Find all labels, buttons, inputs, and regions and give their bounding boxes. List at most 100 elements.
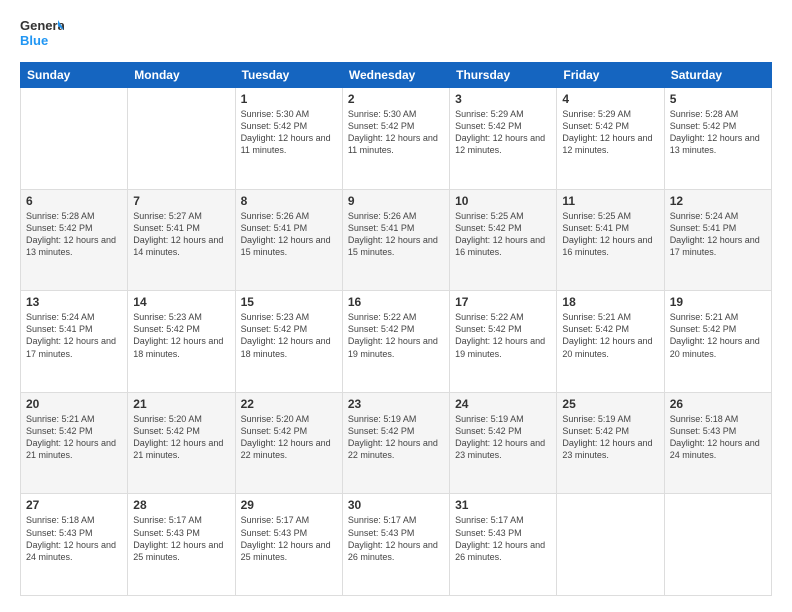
day-info: Sunrise: 5:28 AM Sunset: 5:42 PM Dayligh… <box>670 108 766 157</box>
day-cell: 16Sunrise: 5:22 AM Sunset: 5:42 PM Dayli… <box>342 291 449 393</box>
day-number: 24 <box>455 397 551 411</box>
day-info: Sunrise: 5:19 AM Sunset: 5:42 PM Dayligh… <box>348 413 444 462</box>
weekday-header-tuesday: Tuesday <box>235 63 342 88</box>
day-cell: 21 Sunrise: 5:20 AM Sunset: 5:42 PM Dayli… <box>128 392 235 494</box>
logo-icon: General Blue <box>20 16 64 52</box>
day-cell: 24 Sunrise: 5:19 AM Sunset: 5:42 PM Dayli… <box>450 392 557 494</box>
day-cell: 1 Sunrise: 5:30 AM Sunset: 5:42 PM Daylig… <box>235 88 342 190</box>
calendar-table: SundayMondayTuesdayWednesdayThursdayFrid… <box>20 62 772 596</box>
day-cell: 14 Sunrise: 5:23 AM Sunset: 5:42 PM Dayli… <box>128 291 235 393</box>
day-info: Sunrise: 5:17 AM Sunset: 5:43 PM Dayligh… <box>133 514 229 563</box>
day-number: 28 <box>133 498 229 512</box>
day-cell: 25Sunrise: 5:19 AM Sunset: 5:42 PM Dayli… <box>557 392 664 494</box>
day-info: Sunrise: 5:26 AM Sunset: 5:41 PM Dayligh… <box>241 210 337 259</box>
day-cell: 11Sunrise: 5:25 AM Sunset: 5:41 PM Dayli… <box>557 189 664 291</box>
day-cell: 23 Sunrise: 5:19 AM Sunset: 5:42 PM Dayli… <box>342 392 449 494</box>
week-row-1: 1 Sunrise: 5:30 AM Sunset: 5:42 PM Daylig… <box>21 88 772 190</box>
day-info: Sunrise: 5:17 AM Sunset: 5:43 PM Dayligh… <box>241 514 337 563</box>
day-info: Sunrise: 5:28 AM Sunset: 5:42 PM Dayligh… <box>26 210 122 259</box>
day-number: 21 <box>133 397 229 411</box>
week-row-5: 27Sunrise: 5:18 AM Sunset: 5:43 PM Dayli… <box>21 494 772 596</box>
day-cell: 30 Sunrise: 5:17 AM Sunset: 5:43 PM Dayli… <box>342 494 449 596</box>
day-cell: 10Sunrise: 5:25 AM Sunset: 5:42 PM Dayli… <box>450 189 557 291</box>
day-cell: 2 Sunrise: 5:30 AM Sunset: 5:42 PM Daylig… <box>342 88 449 190</box>
weekday-header-wednesday: Wednesday <box>342 63 449 88</box>
day-cell: 12 Sunrise: 5:24 AM Sunset: 5:41 PM Dayli… <box>664 189 771 291</box>
day-cell: 7Sunrise: 5:27 AM Sunset: 5:41 PM Daylig… <box>128 189 235 291</box>
day-cell <box>557 494 664 596</box>
day-info: Sunrise: 5:17 AM Sunset: 5:43 PM Dayligh… <box>348 514 444 563</box>
day-info: Sunrise: 5:24 AM Sunset: 5:41 PM Dayligh… <box>26 311 122 360</box>
day-cell: 18Sunrise: 5:21 AM Sunset: 5:42 PM Dayli… <box>557 291 664 393</box>
day-number: 27 <box>26 498 122 512</box>
day-cell: 26 Sunrise: 5:18 AM Sunset: 5:43 PM Dayli… <box>664 392 771 494</box>
day-number: 31 <box>455 498 551 512</box>
day-number: 30 <box>348 498 444 512</box>
day-number: 5 <box>670 92 766 106</box>
week-row-3: 13 Sunrise: 5:24 AM Sunset: 5:41 PM Dayli… <box>21 291 772 393</box>
day-info: Sunrise: 5:19 AM Sunset: 5:42 PM Dayligh… <box>455 413 551 462</box>
day-number: 6 <box>26 194 122 208</box>
day-info: Sunrise: 5:25 AM Sunset: 5:42 PM Dayligh… <box>455 210 551 259</box>
svg-text:General: General <box>20 18 64 33</box>
day-cell: 6 Sunrise: 5:28 AM Sunset: 5:42 PM Daylig… <box>21 189 128 291</box>
day-cell: 4 Sunrise: 5:29 AM Sunset: 5:42 PM Daylig… <box>557 88 664 190</box>
day-info: Sunrise: 5:26 AM Sunset: 5:41 PM Dayligh… <box>348 210 444 259</box>
day-number: 23 <box>348 397 444 411</box>
day-number: 17 <box>455 295 551 309</box>
svg-text:Blue: Blue <box>20 33 48 48</box>
day-info: Sunrise: 5:21 AM Sunset: 5:42 PM Dayligh… <box>670 311 766 360</box>
day-cell: 5 Sunrise: 5:28 AM Sunset: 5:42 PM Daylig… <box>664 88 771 190</box>
day-number: 4 <box>562 92 658 106</box>
weekday-header-sunday: Sunday <box>21 63 128 88</box>
day-number: 19 <box>670 295 766 309</box>
day-number: 12 <box>670 194 766 208</box>
calendar-page: General Blue SundayMondayTuesdayWednesda… <box>0 0 792 612</box>
day-info: Sunrise: 5:30 AM Sunset: 5:42 PM Dayligh… <box>348 108 444 157</box>
day-cell: 9 Sunrise: 5:26 AM Sunset: 5:41 PM Daylig… <box>342 189 449 291</box>
day-cell: 8Sunrise: 5:26 AM Sunset: 5:41 PM Daylig… <box>235 189 342 291</box>
day-number: 29 <box>241 498 337 512</box>
day-number: 15 <box>241 295 337 309</box>
weekday-header-thursday: Thursday <box>450 63 557 88</box>
day-number: 7 <box>133 194 229 208</box>
day-number: 26 <box>670 397 766 411</box>
day-info: Sunrise: 5:18 AM Sunset: 5:43 PM Dayligh… <box>670 413 766 462</box>
day-cell: 27Sunrise: 5:18 AM Sunset: 5:43 PM Dayli… <box>21 494 128 596</box>
day-info: Sunrise: 5:17 AM Sunset: 5:43 PM Dayligh… <box>455 514 551 563</box>
week-row-2: 6 Sunrise: 5:28 AM Sunset: 5:42 PM Daylig… <box>21 189 772 291</box>
day-cell: 3 Sunrise: 5:29 AM Sunset: 5:42 PM Daylig… <box>450 88 557 190</box>
day-info: Sunrise: 5:20 AM Sunset: 5:42 PM Dayligh… <box>133 413 229 462</box>
day-info: Sunrise: 5:25 AM Sunset: 5:41 PM Dayligh… <box>562 210 658 259</box>
day-cell: 17Sunrise: 5:22 AM Sunset: 5:42 PM Dayli… <box>450 291 557 393</box>
day-info: Sunrise: 5:24 AM Sunset: 5:41 PM Dayligh… <box>670 210 766 259</box>
day-number: 22 <box>241 397 337 411</box>
day-number: 3 <box>455 92 551 106</box>
day-number: 13 <box>26 295 122 309</box>
day-cell: 13 Sunrise: 5:24 AM Sunset: 5:41 PM Dayli… <box>21 291 128 393</box>
day-info: Sunrise: 5:23 AM Sunset: 5:42 PM Dayligh… <box>133 311 229 360</box>
weekday-header-saturday: Saturday <box>664 63 771 88</box>
day-info: Sunrise: 5:29 AM Sunset: 5:42 PM Dayligh… <box>455 108 551 157</box>
day-number: 18 <box>562 295 658 309</box>
logo: General Blue <box>20 16 64 52</box>
weekday-header-friday: Friday <box>557 63 664 88</box>
day-cell: 20Sunrise: 5:21 AM Sunset: 5:42 PM Dayli… <box>21 392 128 494</box>
day-info: Sunrise: 5:29 AM Sunset: 5:42 PM Dayligh… <box>562 108 658 157</box>
day-cell: 22Sunrise: 5:20 AM Sunset: 5:42 PM Dayli… <box>235 392 342 494</box>
day-cell <box>664 494 771 596</box>
day-number: 2 <box>348 92 444 106</box>
day-cell: 29 Sunrise: 5:17 AM Sunset: 5:43 PM Dayli… <box>235 494 342 596</box>
day-number: 1 <box>241 92 337 106</box>
day-info: Sunrise: 5:30 AM Sunset: 5:42 PM Dayligh… <box>241 108 337 157</box>
header: General Blue <box>20 16 772 52</box>
day-number: 25 <box>562 397 658 411</box>
day-number: 14 <box>133 295 229 309</box>
day-number: 9 <box>348 194 444 208</box>
day-cell: 19 Sunrise: 5:21 AM Sunset: 5:42 PM Dayli… <box>664 291 771 393</box>
day-info: Sunrise: 5:22 AM Sunset: 5:42 PM Dayligh… <box>348 311 444 360</box>
day-cell: 15Sunrise: 5:23 AM Sunset: 5:42 PM Dayli… <box>235 291 342 393</box>
day-cell <box>128 88 235 190</box>
day-cell: 28 Sunrise: 5:17 AM Sunset: 5:43 PM Dayli… <box>128 494 235 596</box>
week-row-4: 20Sunrise: 5:21 AM Sunset: 5:42 PM Dayli… <box>21 392 772 494</box>
